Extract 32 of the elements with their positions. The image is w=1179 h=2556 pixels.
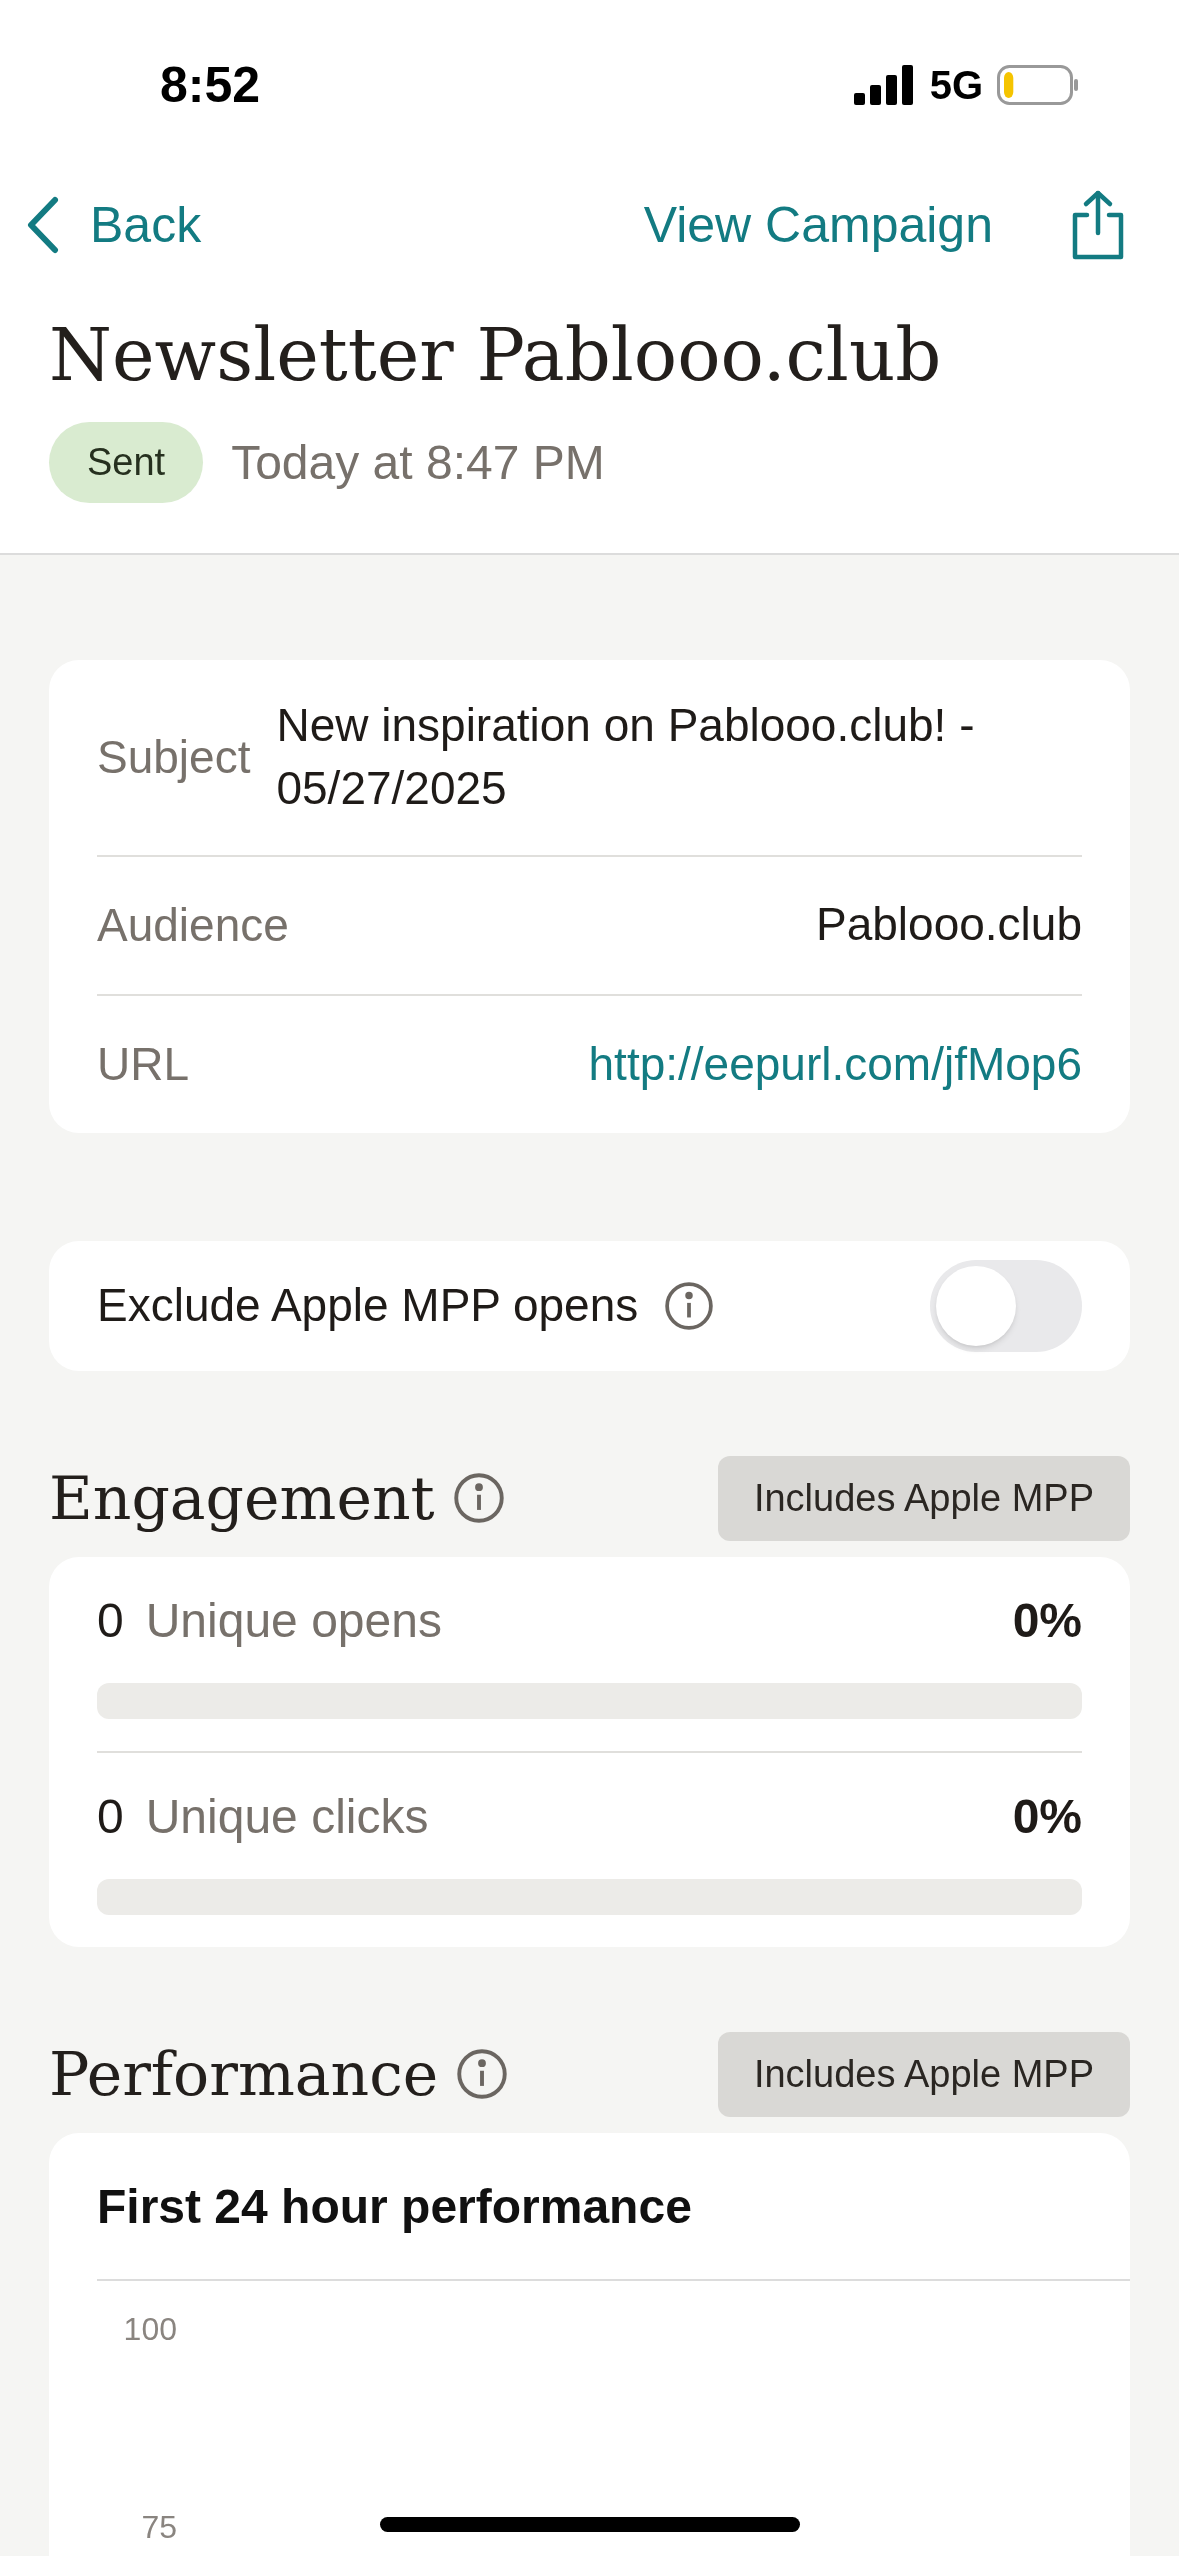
section-title: Performance <box>49 2044 439 2104</box>
view-campaign-link[interactable]: View Campaign <box>643 187 993 263</box>
status-time: 8:52 <box>160 55 261 115</box>
apple-mpp-badge: Includes Apple MPP <box>717 2031 1130 2117</box>
campaign-title: Newsletter Pablooo.club <box>49 312 943 399</box>
metric-percent: 0% <box>1012 1592 1082 1649</box>
metric-percent: 0% <box>1012 1788 1082 1845</box>
detail-label: Audience <box>97 897 289 953</box>
campaign-url-link[interactable]: http://eepurl.com/jfMop6 <box>588 1029 1082 1099</box>
info-icon[interactable] <box>452 1472 505 1524</box>
chevron-left-icon[interactable] <box>26 196 60 254</box>
metric-count: 0 <box>97 1592 124 1649</box>
info-icon[interactable] <box>664 1280 715 1331</box>
metric-label: Unique opens <box>145 1592 442 1649</box>
back-button[interactable]: Back <box>26 187 202 263</box>
y-axis-tick: 75 <box>140 2507 177 2547</box>
apple-mpp-badge: Includes Apple MPP <box>717 1455 1130 1541</box>
detail-label: URL <box>97 1036 190 1092</box>
detail-value: New inspiration on Pablooo.club! - 05/27/2025 <box>276 698 976 817</box>
chart-title: First 24 hour performance <box>97 2132 1130 2281</box>
toggle-label: Exclude Apple MPP opens <box>97 1278 639 1333</box>
detail-value: Pablooo.club <box>816 897 1082 953</box>
signal-icon <box>853 65 916 105</box>
status-badge: Sent <box>49 422 204 503</box>
network-label: 5G <box>929 62 983 109</box>
metric-count: 0 <box>97 1788 124 1845</box>
info-icon[interactable] <box>456 2048 509 2100</box>
metric-label: Unique clicks <box>145 1788 429 1845</box>
detail-label: Subject <box>97 729 251 785</box>
sent-time: Today at 8:47 PM <box>231 434 605 491</box>
y-axis-tick: 100 <box>122 2309 177 2349</box>
battery-icon <box>997 65 1079 105</box>
